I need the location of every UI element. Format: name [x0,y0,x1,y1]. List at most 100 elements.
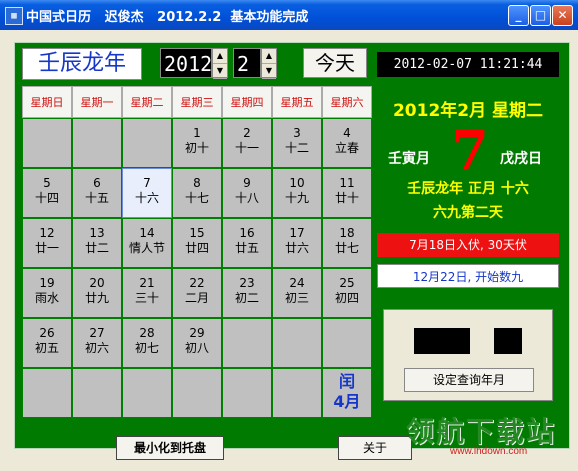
day-cell[interactable]: 8 十七 [172,168,222,218]
leap-month-label: 4月 [333,392,361,411]
day-number: 9 [243,176,251,190]
day-cell[interactable]: 5 十四 [22,168,72,218]
lunar-date: 壬辰龙年 正月 十六 [407,181,529,197]
day-number: 14 [139,226,155,240]
weekday-label: 星期一 [72,86,122,118]
day-number: 15 [189,226,205,240]
calendar-row: 5 十四 6 十五 7 十六 8 十七 9 十八 10 十九 11 廿十 [22,168,372,218]
empty-cell [22,118,72,168]
empty-cell [222,318,272,368]
shujiu-notice: 12月22日, 开始数九 [377,264,559,288]
day-number: 24 [289,276,305,290]
day-cell[interactable]: 20 廿九 [72,268,122,318]
day-number: 6 [93,176,101,190]
day-cell[interactable]: 28 初七 [122,318,172,368]
day-number: 1 [193,126,201,140]
day-cell[interactable]: 4 立春 [322,118,372,168]
clock-display: 2012-02-07 11:21:44 [377,52,559,77]
day-cell[interactable]: 14 情人节 [122,218,172,268]
lunar-day: 十八 [234,191,259,205]
day-cell[interactable]: 17 廿六 [272,218,322,268]
day-number: 16 [239,226,255,240]
weekday-label: 星期二 [122,86,172,118]
weekday-label: 星期六 [322,86,372,118]
lunar-day: 廿四 [184,241,209,255]
day-number: 13 [89,226,105,240]
query-year-field[interactable] [414,328,470,354]
day-cell[interactable]: 25 初四 [322,268,372,318]
month-spinner[interactable]: ▲ ▼ [261,48,277,79]
day-cell[interactable]: 1 初十 [172,118,222,168]
day-cell[interactable]: 9 十八 [222,168,272,218]
lunar-day: 初十 [184,141,209,155]
day-cell[interactable]: 22 二月 [172,268,222,318]
day-cell[interactable]: 24 初三 [272,268,322,318]
day-cell[interactable]: 29 初八 [172,318,222,368]
year-spinner[interactable]: ▲ ▼ [212,48,228,79]
day-cell[interactable]: 21 三十 [122,268,172,318]
month-input[interactable]: 2 [233,48,261,78]
window-title: 中国式日历 迟俊杰 2012.2.2 基本功能完成 [26,10,309,25]
day-number: 2 [243,126,251,140]
day-cell[interactable]: 15 廿四 [172,218,222,268]
lunar-day: 初四 [334,291,359,305]
day-number: 22 [189,276,205,290]
day-cell[interactable]: 16 廿五 [222,218,272,268]
day-cell[interactable]: 7 十六 [122,168,172,218]
lunar-day: 二月 [184,291,209,305]
lunar-day: 初五 [34,341,59,355]
day-number: 4 [343,126,351,140]
lunar-day: 十二 [284,141,309,155]
day-cell[interactable]: 11 廿十 [322,168,372,218]
day-number: 17 [289,226,305,240]
day-number: 20 [89,276,105,290]
lunar-day: 十六 [134,191,159,205]
about-button[interactable]: 关于 [338,436,412,460]
lunar-day: 十九 [284,191,309,205]
lunar-day: 廿七 [334,241,359,255]
calendar-row: 19 雨水 20 廿九 21 三十 22 二月 23 初二 24 初三 25 初四 [22,268,372,318]
day-cell[interactable]: 12 廿一 [22,218,72,268]
day-cell[interactable]: 2 十一 [222,118,272,168]
lunar-day: 廿二 [84,241,109,255]
minimize-to-tray-button[interactable]: 最小化到托盘 [116,436,224,460]
year-input[interactable]: 2012 [160,48,212,78]
empty-cell [72,118,122,168]
month-up-icon[interactable]: ▲ [262,49,276,64]
query-month-field[interactable] [494,328,522,354]
day-cell[interactable]: 18 廿七 [322,218,372,268]
day-cell[interactable]: 10 十九 [272,168,322,218]
weekday-label: 星期日 [22,86,72,118]
today-button[interactable]: 今天 [303,48,367,78]
day-number: 18 [339,226,355,240]
day-number: 26 [39,326,55,340]
ganzhi-day: 戊戌日 [500,151,542,167]
lunar-day: 廿五 [234,241,259,255]
lunar-day: 三十 [134,291,159,305]
jiu-info: 六九第二天 [433,205,503,221]
set-query-button[interactable]: 设定查询年月 [404,368,534,392]
day-cell[interactable]: 6 十五 [72,168,122,218]
day-cell[interactable]: 13 廿二 [72,218,122,268]
day-cell[interactable]: 27 初六 [72,318,122,368]
day-number: 5 [43,176,51,190]
day-number: 3 [293,126,301,140]
day-cell[interactable]: 23 初二 [222,268,272,318]
year-up-icon[interactable]: ▲ [213,49,227,64]
lunar-day: 情人节 [128,241,165,255]
month-down-icon[interactable]: ▼ [262,64,276,79]
day-number: 7 [143,176,151,190]
day-cell[interactable]: 19 雨水 [22,268,72,318]
year-down-icon[interactable]: ▼ [213,64,227,79]
lunar-day: 十七 [184,191,209,205]
day-cell[interactable]: 26 初五 [22,318,72,368]
minimize-button[interactable]: _ [508,5,529,26]
title-bar[interactable]: ▦ 中国式日历 迟俊杰 2012.2.2 基本功能完成 _ □ ✕ [0,0,578,30]
maximize-button[interactable]: □ [530,5,551,26]
lunar-day: 廿一 [34,241,59,255]
day-cell[interactable]: 3 十二 [272,118,322,168]
big-day-number: 7 [451,118,489,182]
lunar-day: 立春 [334,141,359,155]
day-number: 27 [89,326,105,340]
close-button[interactable]: ✕ [552,5,573,26]
